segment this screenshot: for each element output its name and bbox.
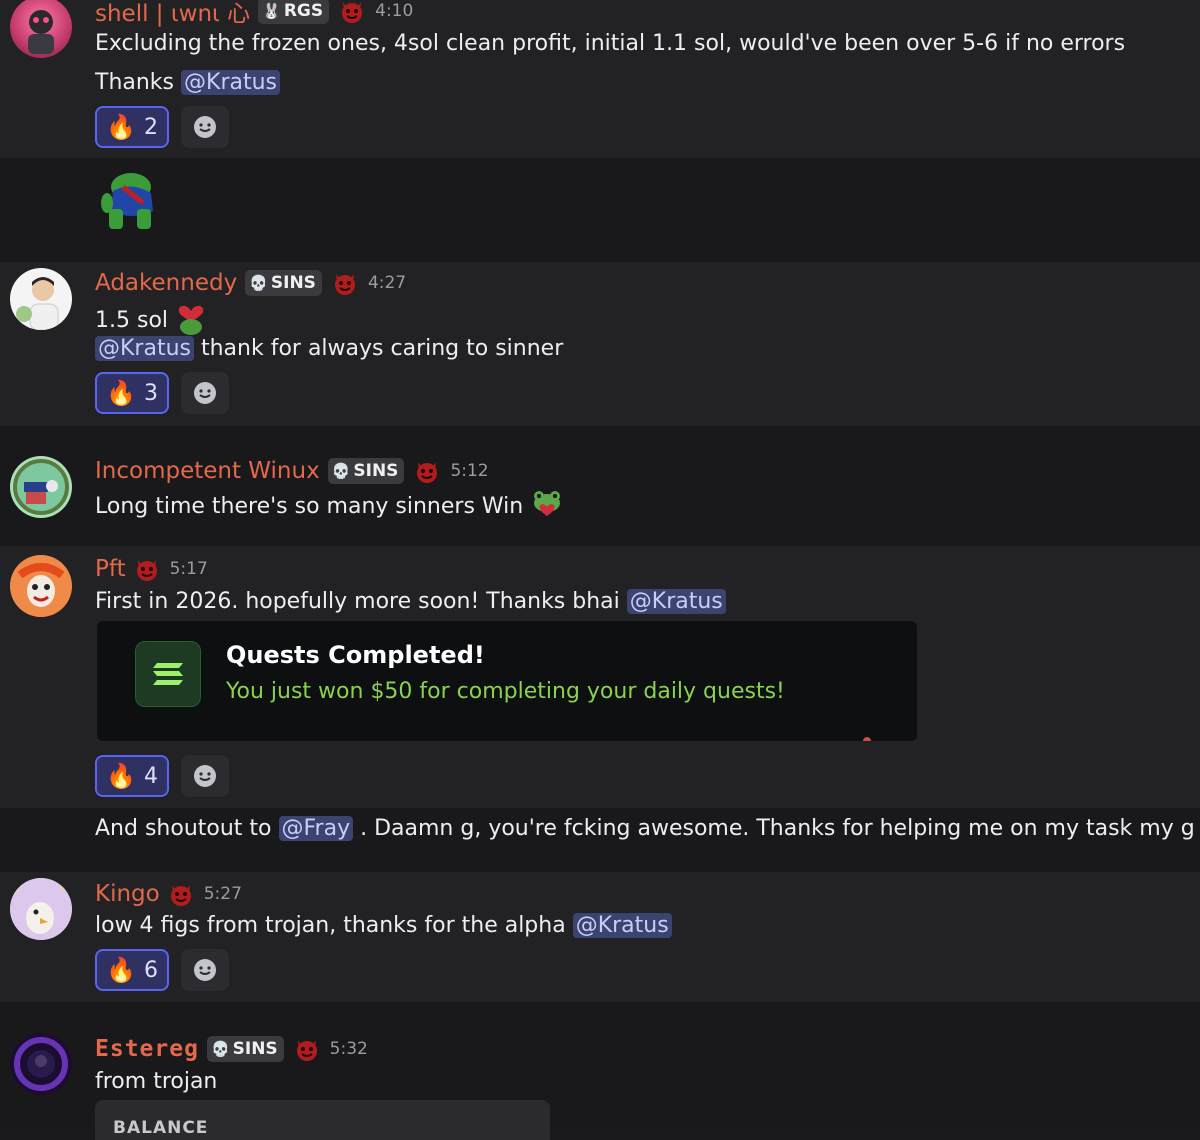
message-line: low 4 figs from trojan, thanks for the a…: [95, 913, 566, 938]
message-text: First in 2026. hopefully more soon! Than…: [95, 587, 726, 617]
username[interactable]: shell | ιwnι 心: [95, 0, 250, 28]
add-reaction-button[interactable]: [181, 949, 229, 991]
message-header: Estereg 💀 SINS 5:32: [95, 1034, 368, 1064]
balance-label: BALANCE: [113, 1118, 209, 1138]
username[interactable]: Pft: [95, 556, 126, 582]
avatar[interactable]: [10, 456, 72, 518]
mention-kratus[interactable]: @Kratus: [572, 913, 672, 938]
message-header: Adakennedy 💀 SINS 4:27: [95, 268, 406, 298]
message-line: . Daamn g, you're fcking awesome. Thanks…: [360, 816, 1195, 841]
add-reaction-button[interactable]: [181, 106, 229, 148]
guild-tag-label: RGS: [283, 1, 324, 21]
reaction-fire[interactable]: 🔥 6: [95, 949, 169, 991]
reaction-fire[interactable]: 🔥 2: [95, 106, 169, 148]
timestamp: 5:12: [450, 461, 489, 481]
fire-icon: 🔥: [106, 113, 136, 141]
guild-tag[interactable]: 💀 SINS: [206, 1036, 284, 1062]
bunny-icon: 🐰: [262, 2, 281, 20]
message-header: shell | ιwnι 心 🐰 RGS 4:10: [95, 0, 414, 28]
message-header: Kingo 5:27: [95, 879, 242, 909]
guild-tag[interactable]: 🐰 RGS: [258, 0, 330, 24]
message-text: low 4 figs from trojan, thanks for the a…: [95, 911, 672, 941]
username[interactable]: Kingo: [95, 881, 160, 907]
timestamp: 5:27: [203, 884, 242, 904]
message-text: 1.5 sol: [95, 301, 207, 336]
timestamp: 4:27: [367, 273, 407, 293]
message-line: thank for always caring to sinner: [200, 336, 564, 361]
skull-icon: 💀: [210, 1040, 230, 1058]
mention-kratus[interactable]: @Kratus: [95, 336, 194, 361]
fire-icon: 🔥: [106, 762, 136, 790]
frog-sticker: [101, 173, 153, 229]
message-text: Excluding the frozen ones, 4sol clean pr…: [95, 31, 1126, 56]
embed-description: You just won $50 for completing your dai…: [226, 679, 785, 704]
reaction-count: 2: [143, 114, 158, 140]
guild-tag[interactable]: 💀 SINS: [327, 458, 405, 484]
skull-icon: 💀: [249, 274, 268, 292]
add-reaction-icon: [194, 765, 216, 787]
username[interactable]: Adakennedy: [95, 270, 237, 296]
username[interactable]: Estereg: [95, 1036, 199, 1062]
add-reaction-button[interactable]: [181, 755, 229, 797]
message-header: Incompetent Winux 💀 SINS 5:12: [95, 456, 489, 486]
fire-icon: 🔥: [106, 956, 136, 984]
add-reaction-icon: [194, 116, 216, 138]
devil-icon: [296, 1040, 317, 1061]
add-reaction-button[interactable]: [181, 372, 229, 414]
embed-title: Quests Completed!: [226, 641, 485, 669]
notification-dot: [863, 737, 871, 741]
add-reaction-icon: [194, 382, 216, 404]
message-line: 1.5 sol: [95, 308, 169, 333]
devil-icon: [170, 885, 191, 906]
timestamp: 5:32: [329, 1039, 368, 1059]
solana-logo-icon: [135, 641, 201, 707]
devil-icon: [417, 462, 438, 483]
message-text: And shoutout to @Fray . Daamn g, you're …: [95, 813, 1200, 844]
timestamp: 4:10: [375, 1, 414, 21]
thanks-text: Thanks: [95, 70, 175, 95]
message-text: @Kratus thank for always caring to sinne…: [95, 334, 563, 364]
reaction-count: 3: [143, 380, 158, 406]
avatar[interactable]: [10, 1033, 72, 1095]
guild-tag-label: SINS: [232, 1039, 278, 1059]
devil-icon: [136, 560, 157, 581]
message-line: Long time there's so many sinners Win: [95, 494, 524, 519]
guild-tag-label: SINS: [353, 461, 399, 481]
avatar[interactable]: [10, 878, 72, 940]
reaction-count: 4: [143, 763, 158, 789]
skull-icon: 💀: [331, 462, 351, 480]
fire-icon: 🔥: [106, 379, 136, 407]
mention-fray[interactable]: @Fray: [278, 816, 354, 841]
message-text: Long time there's so many sinners Win: [95, 489, 564, 522]
reaction-count: 6: [143, 957, 158, 983]
frog-heart-icon: [534, 491, 561, 516]
timestamp: 5:17: [169, 559, 208, 579]
balance-image[interactable]: BALANCE: [95, 1100, 550, 1140]
guild-tag-label: SINS: [270, 273, 316, 293]
devil-icon: [342, 2, 363, 23]
quest-embed[interactable]: Quests Completed! You just won $50 for c…: [97, 621, 917, 741]
avatar[interactable]: [10, 268, 72, 330]
message-text: from trojan: [95, 1069, 218, 1094]
reaction-fire[interactable]: 🔥 4: [95, 755, 169, 797]
message-header: Pft 5:17: [95, 554, 208, 584]
message-line: First in 2026. hopefully more soon! Than…: [95, 589, 620, 614]
mention-kratus[interactable]: @Kratus: [181, 70, 280, 95]
guild-tag[interactable]: 💀 SINS: [245, 270, 322, 296]
mention-kratus[interactable]: @Kratus: [626, 589, 726, 614]
avatar[interactable]: [10, 555, 72, 617]
reaction-fire[interactable]: 🔥 3: [95, 372, 169, 414]
frog-heart-icon: [178, 305, 204, 335]
message-text: Thanks @Kratus: [95, 68, 280, 98]
username[interactable]: Incompetent Winux: [95, 458, 320, 484]
message-line: And shoutout to: [95, 816, 272, 841]
add-reaction-icon: [194, 959, 216, 981]
devil-icon: [334, 274, 355, 295]
